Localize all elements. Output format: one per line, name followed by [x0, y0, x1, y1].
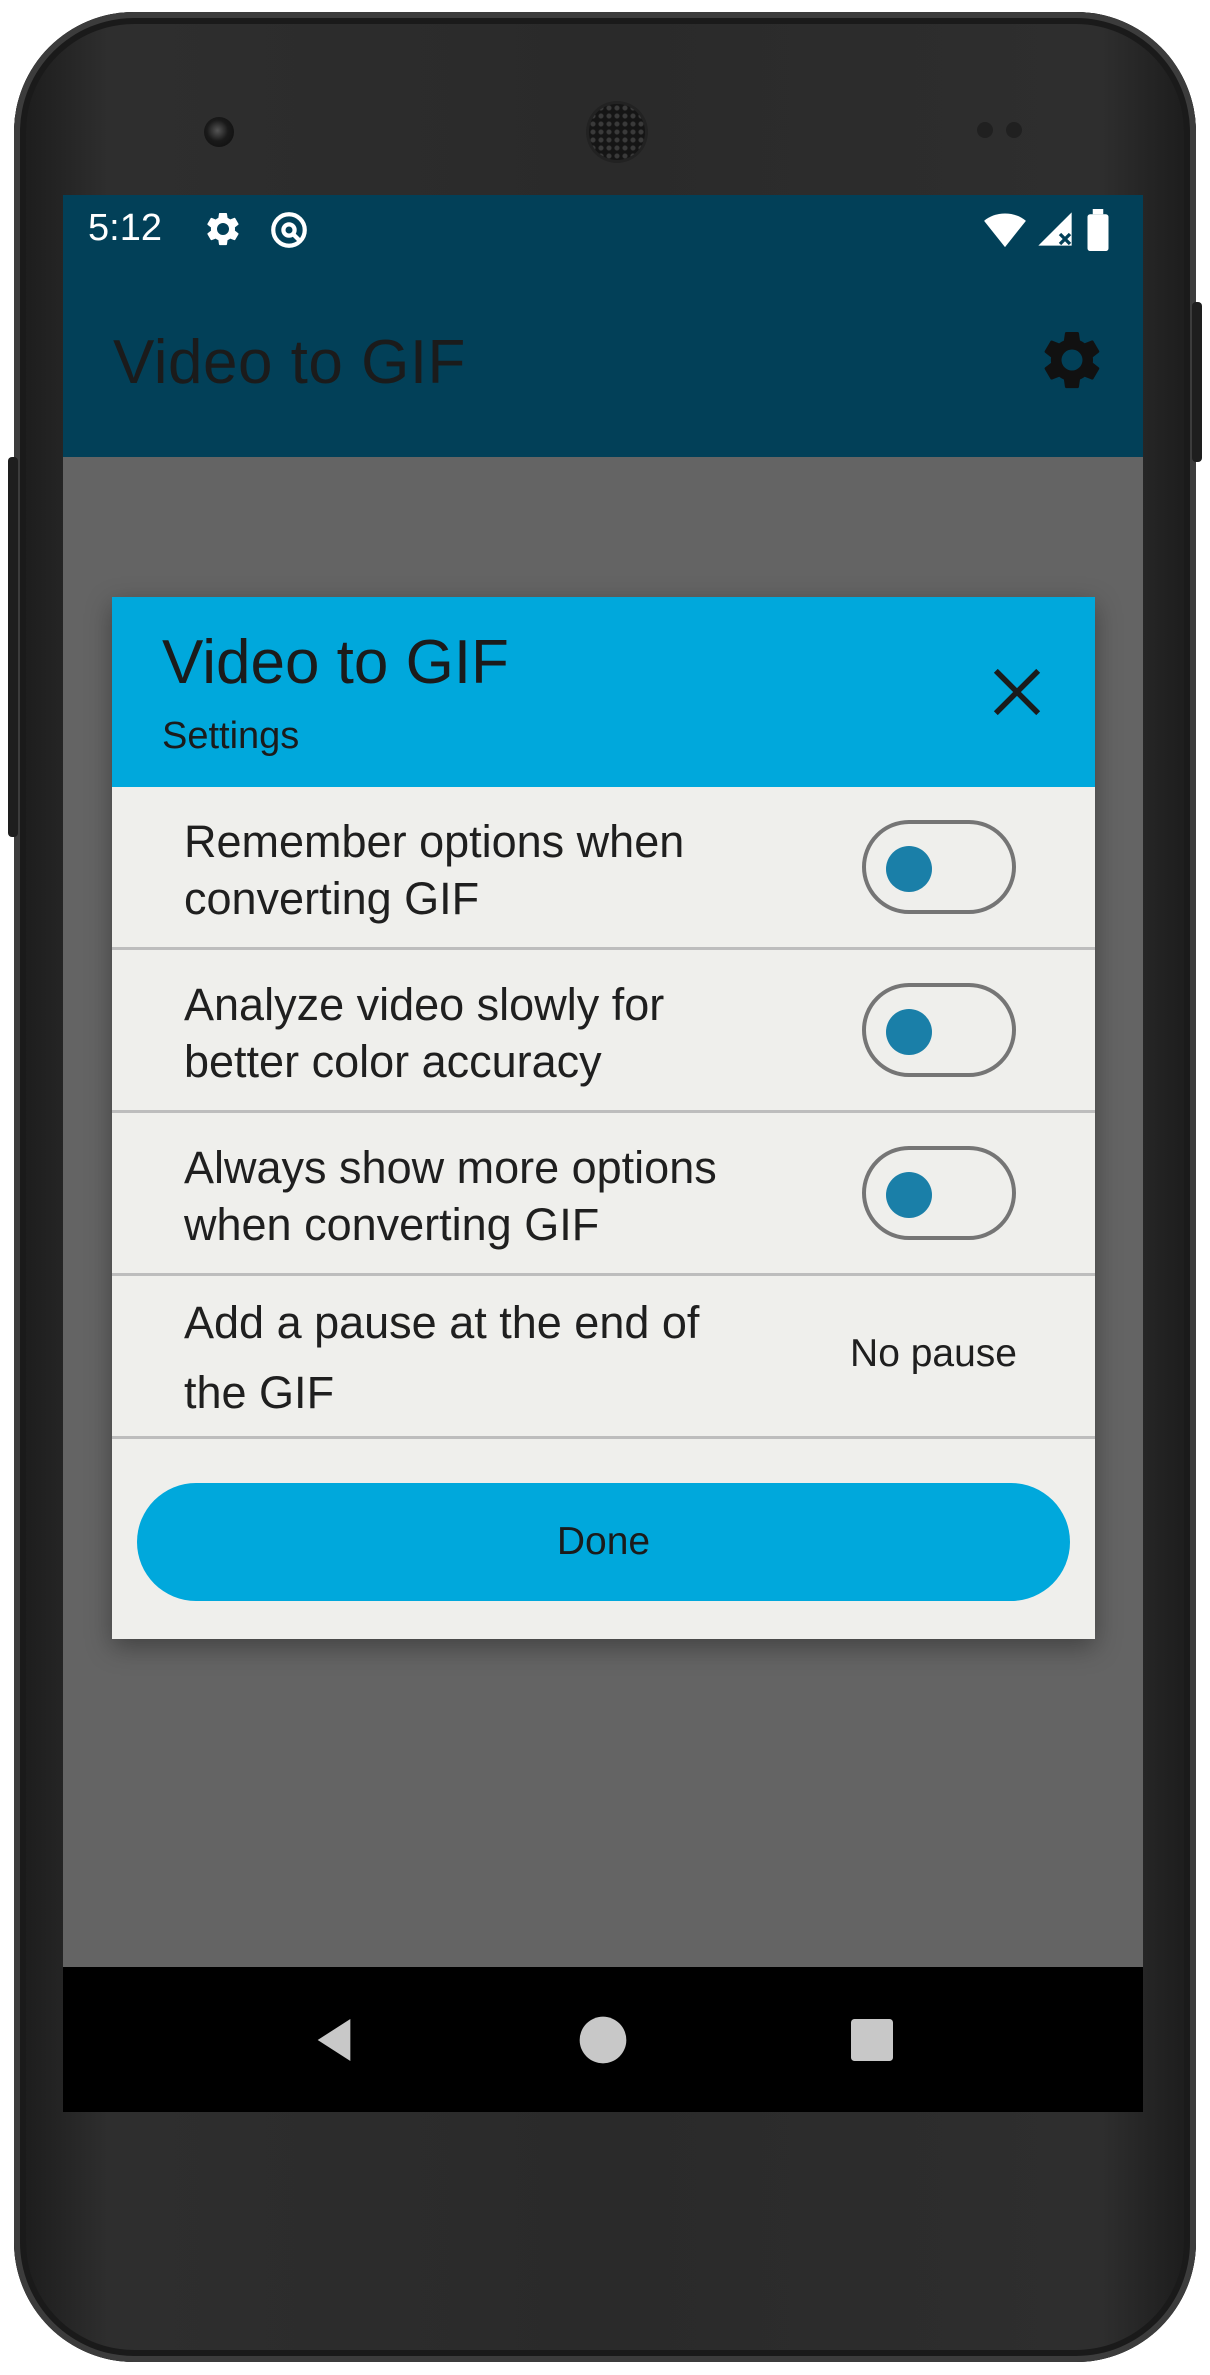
earpiece-speaker: [589, 104, 645, 160]
toggle-knob: [886, 1172, 932, 1218]
settings-button[interactable]: [1037, 325, 1107, 395]
recents-icon: [851, 2019, 893, 2061]
app-bar: Video to GIF: [63, 265, 1143, 457]
signal-icon: [1035, 209, 1075, 249]
navigation-bar: [63, 1967, 1143, 2112]
setting-label: Add a pause at the end of the GIF: [184, 1297, 700, 1418]
setting-row-analyze-slowly: Analyze video slowly for better color ac…: [112, 950, 1095, 1113]
at-sign-icon: [268, 209, 310, 251]
wifi-icon: [983, 209, 1027, 249]
done-button[interactable]: Done: [137, 1483, 1070, 1601]
settings-dialog: Video to GIF Settings Remember options w…: [112, 597, 1095, 1639]
gear-icon: [203, 209, 243, 249]
proximity-sensor: [977, 122, 993, 138]
analyze-slowly-toggle[interactable]: [862, 983, 1016, 1077]
gear-icon: [1044, 331, 1100, 389]
battery-icon: [1085, 209, 1111, 251]
power-button: [1192, 302, 1202, 462]
phone-frame: 5:12 Video to GIF Video to GIF Settings …: [8, 12, 1202, 2362]
close-icon: [993, 668, 1041, 716]
screen: 5:12 Video to GIF Video to GIF Settings …: [63, 195, 1143, 2112]
status-time: 5:12: [88, 207, 162, 249]
setting-label: Analyze video slowly for better color ac…: [184, 979, 665, 1087]
status-bar: 5:12: [63, 195, 1143, 265]
back-button[interactable]: [306, 2012, 362, 2068]
dialog-title: Video to GIF: [162, 628, 509, 697]
home-button[interactable]: [575, 2012, 631, 2068]
dialog-header: Video to GIF Settings: [112, 597, 1095, 787]
remember-options-toggle[interactable]: [862, 820, 1016, 914]
toggle-knob: [886, 846, 932, 892]
light-sensor: [1006, 122, 1022, 138]
home-icon: [579, 2016, 627, 2064]
show-more-options-toggle[interactable]: [862, 1146, 1016, 1240]
setting-row-remember-options: Remember options when converting GIF: [112, 787, 1095, 950]
setting-label: Always show more options when converting…: [184, 1142, 717, 1250]
close-button[interactable]: [984, 659, 1050, 725]
dialog-subtitle: Settings: [162, 715, 300, 757]
volume-button: [8, 457, 18, 837]
setting-row-show-more-options: Always show more options when converting…: [112, 1113, 1095, 1276]
app-title: Video to GIF: [113, 328, 466, 397]
pause-value[interactable]: No pause: [847, 1332, 1017, 1376]
setting-row-pause-at-end[interactable]: Add a pause at the end of the GIF No pau…: [112, 1276, 1095, 1439]
setting-label: Remember options when converting GIF: [184, 816, 685, 924]
back-icon: [317, 2019, 351, 2061]
front-camera: [204, 117, 234, 147]
toggle-knob: [886, 1009, 932, 1055]
recents-button[interactable]: [844, 2012, 900, 2068]
